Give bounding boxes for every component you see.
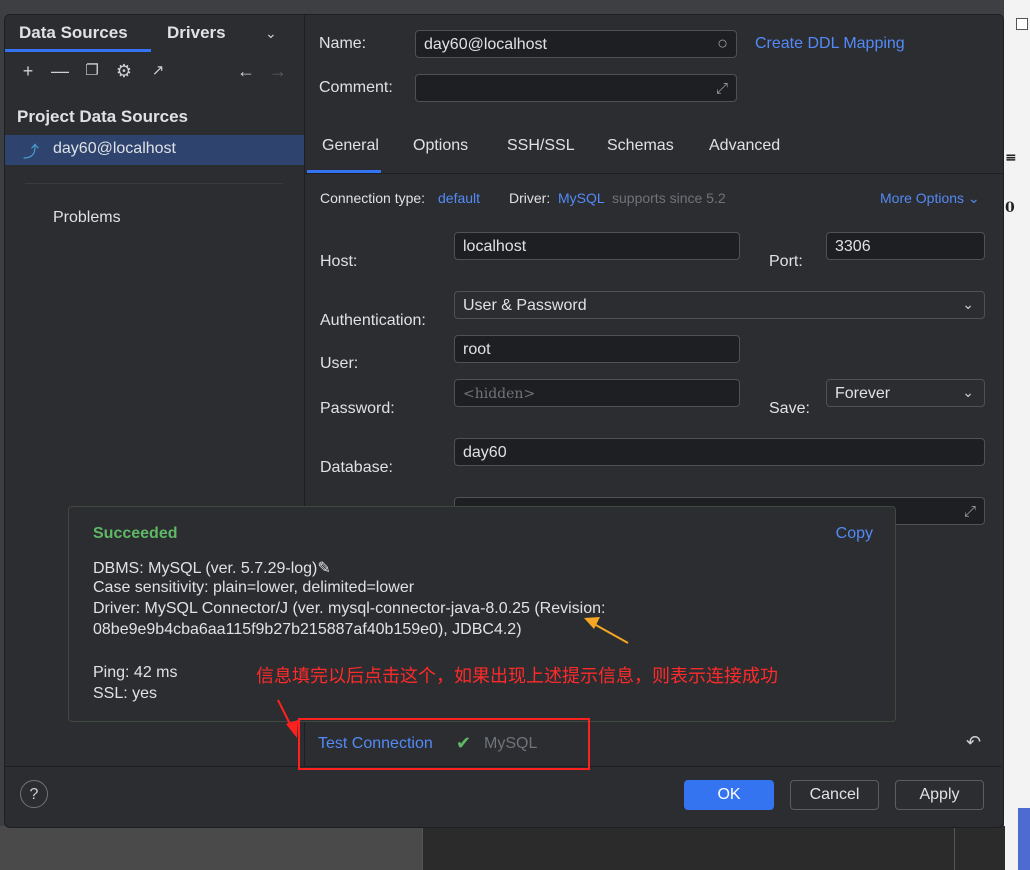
section-title: Project Data Sources — [17, 107, 189, 126]
chevron-down-icon: ⌄ — [962, 384, 974, 400]
add-icon[interactable]: + — [17, 59, 39, 83]
undo-icon[interactable]: ↶ — [966, 732, 981, 753]
database-field[interactable]: day60 — [454, 438, 985, 466]
back-icon[interactable]: ← — [235, 59, 257, 83]
name-value: day60@localhost — [424, 36, 547, 53]
host-label: Host: — [320, 253, 358, 270]
dbms-info: DBMS: MySQL (ver. 5.7.29-log)✎ — [93, 558, 331, 578]
case-sensitivity-info: Case sensitivity: plain=lower, delimited… — [93, 579, 415, 596]
host-field[interactable]: localhost — [454, 232, 740, 260]
create-ddl-link[interactable]: Create DDL Mapping — [755, 35, 905, 53]
remove-icon[interactable]: — — [49, 59, 71, 83]
host-value: localhost — [463, 238, 527, 255]
tab-data-sources[interactable]: Data Sources — [19, 23, 128, 43]
more-options-label: More Options — [880, 190, 965, 206]
name-label: Name: — [319, 35, 367, 52]
save-label: Save: — [769, 400, 810, 417]
port-value: 3306 — [835, 238, 871, 255]
window-icon — [1016, 18, 1028, 30]
authentication-select[interactable]: User & Password ⌄ — [454, 291, 985, 319]
background-editor — [0, 826, 1005, 870]
driver-link[interactable]: MySQL — [558, 190, 605, 206]
circle-icon: ○ — [717, 33, 728, 53]
more-options-link[interactable]: More Options ⌄ — [880, 190, 980, 207]
tab-schemas[interactable]: Schemas — [607, 137, 674, 155]
dbms-text: DBMS: MySQL (ver. 5.7.29-log) — [93, 560, 318, 577]
background-window: ≡ 0 — [1004, 0, 1030, 870]
cancel-button[interactable]: Cancel — [790, 780, 879, 810]
comment-field[interactable]: ⤢ — [415, 74, 737, 102]
data-source-label: day60@localhost — [53, 140, 176, 157]
chevron-down-icon: ⌄ — [967, 190, 980, 206]
save-select[interactable]: Forever ⌄ — [826, 379, 985, 407]
tab-general[interactable]: General — [322, 137, 379, 155]
user-label: User: — [320, 355, 359, 372]
tab-advanced[interactable]: Advanced — [709, 137, 780, 155]
expand-icon[interactable]: ⤢ — [716, 80, 728, 97]
password-field[interactable]: <hidden> — [454, 379, 740, 407]
mysql-icon: ⤴ — [23, 144, 40, 161]
problems-item[interactable]: Problems — [53, 209, 121, 227]
left-toolbar: + — ❐ ⚙ ↗ ← → — [5, 59, 304, 87]
user-field[interactable]: root — [454, 335, 740, 363]
ok-button[interactable]: OK — [684, 780, 774, 810]
forward-icon[interactable]: → — [267, 59, 289, 83]
gear-icon[interactable]: ⚙ — [113, 59, 135, 83]
save-value: Forever — [835, 385, 891, 402]
left-tabbar: Data Sources Drivers ⌄ — [5, 15, 304, 53]
bg-fragment: ≡ — [1005, 150, 1017, 166]
database-label: Database: — [320, 459, 393, 476]
user-value: root — [463, 341, 491, 358]
tab-underline — [5, 49, 151, 52]
status-label: Succeeded — [93, 525, 178, 542]
pencil-icon[interactable]: ✎ — [317, 560, 330, 577]
tab-ssh-ssl[interactable]: SSH/SSL — [507, 137, 575, 155]
export-icon[interactable]: ↗ — [147, 59, 169, 83]
password-placeholder: <hidden> — [463, 386, 536, 402]
chevron-down-icon[interactable]: ⌄ — [265, 25, 277, 42]
driver-label: Driver: — [509, 190, 551, 206]
comment-label: Comment: — [319, 79, 393, 96]
port-label: Port: — [769, 253, 803, 270]
connection-type-value[interactable]: default — [438, 190, 480, 206]
tab-drivers[interactable]: Drivers — [167, 23, 226, 43]
bg-image — [1018, 808, 1030, 870]
divider — [305, 173, 1003, 174]
tab-options[interactable]: Options — [413, 137, 468, 155]
apply-button[interactable]: Apply — [895, 780, 984, 810]
database-value: day60 — [463, 444, 507, 461]
expand-icon[interactable]: ⤢ — [964, 503, 976, 520]
chevron-down-icon: ⌄ — [962, 296, 974, 312]
test-result-popup: Succeeded Copy DBMS: MySQL (ver. 5.7.29-… — [68, 506, 896, 722]
authentication-label: Authentication: — [320, 312, 426, 329]
duplicate-icon[interactable]: ❐ — [81, 59, 103, 83]
driver-note: supports since 5.2 — [612, 190, 726, 206]
bg-fragment: 0 — [1005, 200, 1015, 216]
driver-info-cont: 08be9e9b4cba6aa115f9b27b215887af40b159e0… — [93, 621, 522, 638]
help-button[interactable]: ? — [20, 780, 48, 808]
ssl-info: SSL: yes — [93, 685, 158, 702]
port-field[interactable]: 3306 — [826, 232, 985, 260]
annotation-text: 信息填完以后点击这个，如果出现上述提示信息，则表示连接成功 — [256, 666, 778, 686]
divider — [25, 183, 283, 184]
annotation-box — [298, 718, 590, 770]
copy-link[interactable]: Copy — [836, 525, 873, 543]
data-source-item[interactable]: ⤴ day60@localhost — [5, 135, 304, 165]
ping-info: Ping: 42 ms — [93, 664, 178, 681]
password-label: Password: — [320, 400, 395, 417]
authentication-value: User & Password — [463, 297, 587, 314]
name-field[interactable]: day60@localhost ○ — [415, 30, 737, 58]
driver-info: Driver: MySQL Connector/J (ver. mysql-co… — [93, 600, 606, 617]
connection-type-label: Connection type: — [320, 190, 426, 206]
